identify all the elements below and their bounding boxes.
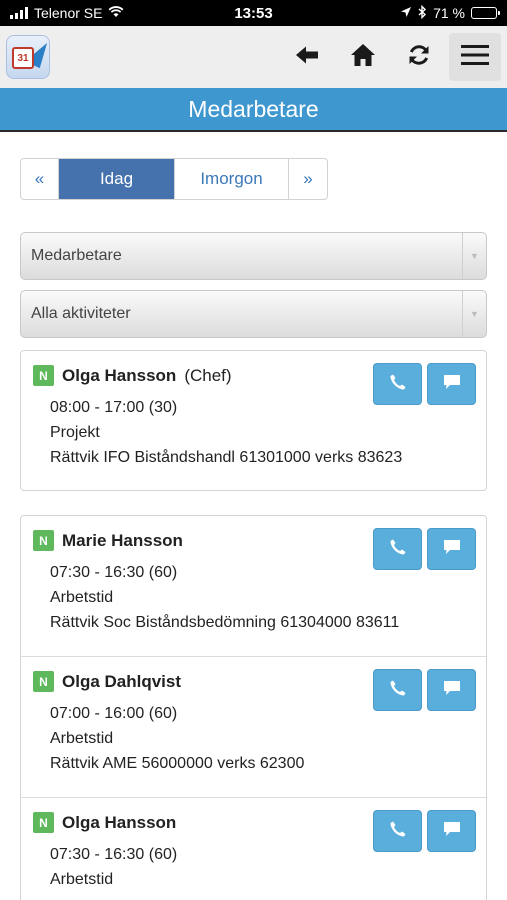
message-button[interactable] [427,528,476,570]
employee-name: Olga Hansson [62,365,177,385]
call-button[interactable] [373,528,422,570]
menu-button[interactable] [449,33,501,81]
carrier-label: Telenor SE [34,5,103,21]
battery-percent: 71 % [433,5,465,21]
home-icon [350,43,376,72]
employee-entry: N Olga Dahlqvist 07:00 - 16:00 (60) Arbe… [21,657,486,798]
shift-activity: Arbetstid [50,871,114,888]
employee-name: Marie Hansson [62,530,183,550]
employee-name: Olga Dahlqvist [62,671,182,691]
call-button[interactable] [373,363,422,405]
phone-icon [389,820,407,843]
bluetooth-icon [418,4,427,22]
chat-bubble-icon [442,679,462,702]
status-badge: N [33,671,54,692]
wifi-icon [108,5,124,21]
call-button[interactable] [373,669,422,711]
refresh-button[interactable] [393,33,445,81]
employee-entry: N Marie Hansson 07:30 - 16:30 (60) Arbet… [21,516,486,657]
previous-day-button[interactable]: « [21,159,59,199]
activity-select-value: Alla aktiviteter [31,305,131,322]
hamburger-menu-icon [461,44,489,71]
back-arrow-icon [295,45,319,70]
home-button[interactable] [337,33,389,81]
shift-location: Rättvik AME 56000000 verks 62300 [50,755,305,772]
chat-bubble-icon [442,538,462,561]
call-button[interactable] [373,810,422,852]
calendar-icon: 31 [12,47,34,69]
employee-role: (Chef) [184,365,232,385]
chat-bubble-icon [442,820,462,843]
status-badge: N [33,530,54,551]
dropdown-arrow-icon: ▼ [462,233,486,279]
tomorrow-button[interactable]: Imorgon [175,159,289,199]
shift-location: Rättvik Soc Biståndsbedömning 61304000 8… [50,614,400,631]
chat-bubble-icon [442,373,462,396]
page-title: Medarbetare [188,95,319,122]
employee-select[interactable]: Medarbetare ▼ [20,232,487,280]
app-logo[interactable]: 31 [6,35,50,79]
employee-entry: N Olga Hansson 07:30 - 16:30 (60) Arbets… [21,798,486,900]
app-toolbar: 31 [0,26,507,88]
dropdown-arrow-icon: ▼ [462,291,486,337]
battery-icon [471,7,500,19]
employee-list-card: N Marie Hansson 07:30 - 16:30 (60) Arbet… [20,515,487,900]
phone-icon [389,679,407,702]
status-bar: Telenor SE 13:53 71 % [0,0,507,26]
status-badge: N [33,365,54,386]
signal-icon [10,7,28,19]
message-button[interactable] [427,363,476,405]
today-button[interactable]: Idag [59,159,175,199]
phone-icon [389,373,407,396]
employee-name: Olga Hansson [62,812,177,832]
message-button[interactable] [427,669,476,711]
refresh-icon [407,43,431,72]
employee-entry: N Olga Hansson (Chef) 08:00 - 17:00 (30)… [21,351,486,490]
back-button[interactable] [281,33,333,81]
status-badge: N [33,812,54,833]
page-title-bar: Medarbetare [0,88,507,132]
manager-card: N Olga Hansson (Chef) 08:00 - 17:00 (30)… [20,350,487,491]
clock: 13:53 [234,4,273,22]
shift-activity: Arbetstid [50,589,114,606]
shift-activity: Arbetstid [50,730,114,747]
shift-location: Rättvik IFO Biståndshandl 61301000 verks… [50,449,403,466]
message-button[interactable] [427,810,476,852]
shift-activity: Projekt [50,424,100,441]
phone-icon [389,538,407,561]
activity-select[interactable]: Alla aktiviteter ▼ [20,290,487,338]
next-day-button[interactable]: » [289,159,327,199]
day-pager: « Idag Imorgon » [20,158,328,200]
employee-select-value: Medarbetare [31,247,122,264]
location-arrow-icon [400,5,412,21]
